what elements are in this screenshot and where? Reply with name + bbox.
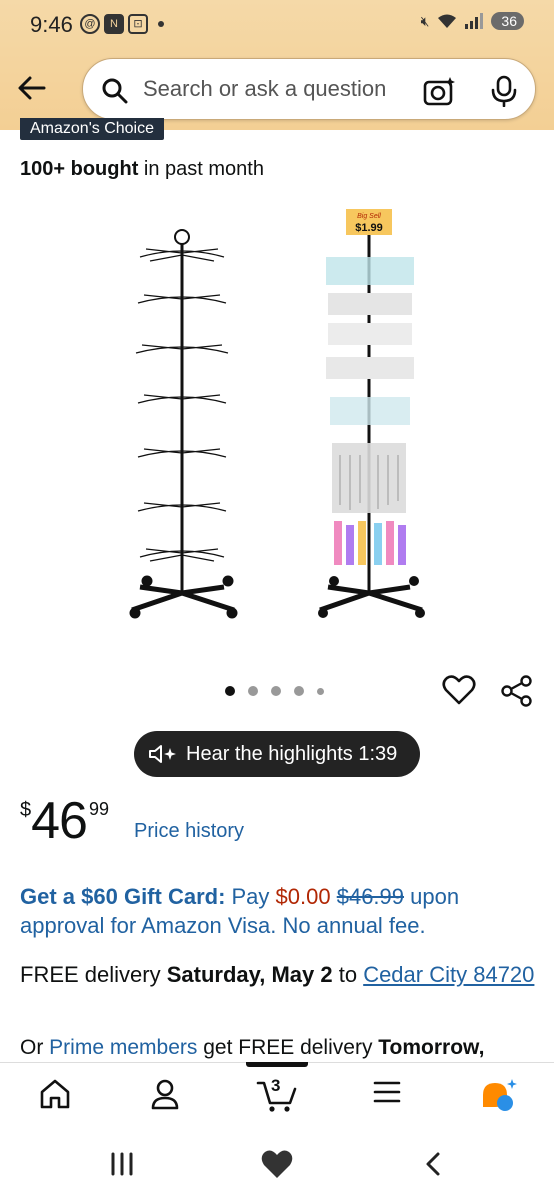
promo-amount: $0.00: [275, 884, 331, 909]
promo-pay: Pay: [225, 884, 276, 909]
product-image[interactable]: Big Sell $1.99: [110, 205, 450, 635]
more-notifications-icon: [158, 21, 164, 27]
status-time: 9:46: [30, 12, 73, 37]
rack-sign-caption: Big Sell: [357, 213, 381, 220]
promo-old-price: $46.99: [336, 884, 405, 909]
carousel-dot[interactable]: [248, 686, 258, 696]
product-price: $ 46 99: [20, 793, 109, 849]
prime-prefix: Or: [20, 1036, 50, 1059]
back-chevron-icon[interactable]: [420, 1150, 448, 1178]
app-header: 9:46 @ N ⊡ 🔇︎ 36: [0, 0, 554, 130]
price-whole: 46: [31, 792, 88, 850]
rack-sign-price: $1.99: [355, 222, 383, 234]
prime-delivery-info: Or Prime members get FREE delivery Tomor…: [20, 1036, 554, 1060]
microphone-icon[interactable]: [489, 75, 519, 107]
delivery-info: FREE delivery Saturday, May 2 to Cedar C…: [20, 960, 540, 989]
delivery-location-link[interactable]: Cedar City 84720: [363, 962, 534, 987]
carousel-dot[interactable]: [294, 686, 304, 696]
threads-icon: @: [80, 14, 100, 34]
nav-account[interactable]: [140, 1077, 190, 1117]
rufus-ai-icon: [483, 1079, 517, 1111]
nav-menu[interactable]: [362, 1077, 412, 1117]
status-bar: 9:46 @ N ⊡ 🔇︎ 36: [0, 0, 554, 52]
promo-headline: Get a $60 Gift Card:: [20, 884, 226, 909]
camera-icon[interactable]: [423, 75, 457, 107]
carousel-dot[interactable]: [317, 687, 324, 695]
carousel-dot[interactable]: [271, 686, 281, 696]
search-icon: [102, 78, 128, 104]
prime-members-link[interactable]: Prime members: [49, 1036, 197, 1059]
search-input[interactable]: [143, 59, 423, 119]
image-carousel-dots: [225, 686, 324, 696]
empty-rack-illustration: [129, 229, 238, 619]
price-currency: $: [20, 799, 32, 821]
nav-home[interactable]: [30, 1077, 80, 1117]
price-history-link[interactable]: Price history: [134, 820, 244, 843]
app-notification-icon: N: [104, 14, 124, 34]
hear-highlights-label: Hear the highlights 1:39: [186, 742, 398, 765]
delivery-to: to: [332, 962, 364, 987]
heart-wishlist-icon[interactable]: [442, 674, 476, 706]
prime-middle: get FREE delivery: [197, 1036, 379, 1059]
carousel-dot[interactable]: [225, 686, 235, 696]
home-heart-icon[interactable]: [260, 1148, 294, 1180]
purchase-count-rest: in past month: [138, 158, 264, 180]
delivery-prefix: FREE delivery: [20, 962, 167, 987]
back-arrow-icon[interactable]: [14, 70, 50, 106]
signal-icon: [465, 13, 484, 29]
cart-count-badge: 3: [271, 1076, 281, 1095]
price-fraction: 99: [88, 799, 109, 819]
purchase-count: 100+ bought in past month: [20, 158, 264, 181]
wifi-icon: [438, 14, 457, 28]
user-icon: [151, 1079, 179, 1110]
delivery-date: Saturday, May 2: [166, 962, 333, 987]
menu-icon: [373, 1081, 401, 1103]
search-bar[interactable]: [82, 58, 536, 120]
system-navigation-bar: [0, 1128, 554, 1200]
hear-highlights-button[interactable]: Hear the highlights 1:39: [134, 731, 420, 777]
active-tab-indicator: [246, 1062, 308, 1067]
gift-card-promo[interactable]: Get a $60 Gift Card: Pay $0.00 $46.99 up…: [20, 882, 540, 940]
share-icon[interactable]: [500, 674, 534, 708]
amazons-choice-badge: Amazon's Choice: [20, 118, 164, 140]
status-right: 🔇︎ 36: [421, 12, 524, 30]
stocked-rack-illustration: Big Sell $1.99: [318, 209, 425, 618]
purchase-count-bold: 100+ bought: [20, 158, 139, 180]
home-icon: [40, 1079, 70, 1109]
screenshot-icon: ⊡: [128, 14, 148, 34]
prime-date: Tomorrow,: [378, 1036, 485, 1059]
battery-icon: 36: [491, 12, 524, 30]
mute-icon: 🔇︎: [420, 12, 430, 29]
speaker-sparkle-icon: [149, 745, 176, 763]
nav-rufus[interactable]: [474, 1077, 524, 1117]
notification-icons: @ N ⊡: [80, 14, 164, 34]
recent-apps-icon[interactable]: [108, 1150, 136, 1178]
